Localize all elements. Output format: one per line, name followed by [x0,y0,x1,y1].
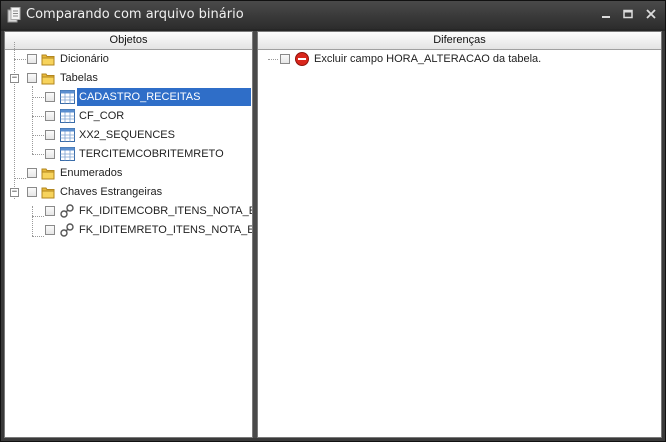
difference-item[interactable]: Excluir campo HORA_ALTERACAO da tabela. [258,50,661,68]
maximize-icon [623,9,633,19]
tree-item-fk-iditemcobr[interactable]: FK_IDITEMCOBR_ITENS_NOTA_ENT [5,202,252,220]
checkbox[interactable] [27,73,37,83]
checkbox[interactable] [45,130,55,140]
foreign-key-icon [60,223,74,237]
tree-item-label: Dicionário [60,53,109,65]
title-bar[interactable]: Comparando com arquivo binário [1,1,665,29]
window-title: Comparando com arquivo binário [26,7,244,22]
tree-item-label: Enumerados [60,167,123,179]
checkbox[interactable] [45,149,55,159]
tree-item-label: Chaves Estrangeiras [60,186,163,198]
minimize-button[interactable] [597,6,615,24]
table-icon [60,147,75,161]
dialog-window: Comparando com arquivo binário Objetos D… [0,0,666,442]
tree-item-cf-cor[interactable]: CF_COR [5,107,252,125]
checkbox[interactable] [45,225,55,235]
tree-item-label: CF_COR [79,110,125,122]
close-button[interactable] [642,6,660,24]
tree-item-tabelas[interactable]: − Tabelas [5,69,252,87]
folder-icon [41,168,55,180]
checkbox[interactable] [45,92,55,102]
folder-icon [41,187,55,199]
checkbox[interactable] [27,187,37,197]
tree-item-enumerados[interactable]: Enumerados [5,164,252,182]
objects-header[interactable]: Objetos [5,32,252,50]
checkbox[interactable] [280,54,290,64]
close-icon [646,9,656,19]
objects-pane: Objetos Dicionário − Tabelas CADASTRO_RE… [4,31,253,438]
folder-icon [41,73,55,85]
tree-item-label: FK_IDITEMRETO_ITENS_NOTA_ENT [79,224,252,236]
tree-item-label: TERCITEMCOBRITEMRETO [79,148,224,160]
table-icon [60,90,75,104]
collapse-toggle[interactable]: − [10,188,19,197]
table-icon [60,128,75,142]
tree-item-label: Tabelas [60,72,98,84]
document-icon [7,7,21,23]
tree-item-fk-iditemreto[interactable]: FK_IDITEMRETO_ITENS_NOTA_ENT [5,221,252,239]
tree-item-chaves-estrangeiras[interactable]: − Chaves Estrangeiras [5,183,252,201]
tree-item-tercitemcobritemreto[interactable]: TERCITEMCOBRITEMRETO [5,145,252,163]
checkbox[interactable] [45,206,55,216]
tree-item-label: CADASTRO_RECEITAS [77,88,251,106]
tree-item-label: XX2_SEQUENCES [79,129,175,141]
tree-item-label: FK_IDITEMCOBR_ITENS_NOTA_ENT [79,205,252,217]
differences-header[interactable]: Diferenças [258,32,661,50]
table-icon [60,109,75,123]
checkbox[interactable] [45,111,55,121]
maximize-button[interactable] [619,6,637,24]
tree-item-xx2-sequences[interactable]: XX2_SEQUENCES [5,126,252,144]
tree-item-dicionario[interactable]: Dicionário [5,50,252,68]
differences-pane: Diferenças Excluir campo HORA_ALTERACAO … [257,31,662,438]
delete-icon [295,52,309,66]
dialog-content: Objetos Dicionário − Tabelas CADASTRO_RE… [4,31,662,438]
tree-item-cadastro-receitas[interactable]: CADASTRO_RECEITAS [5,88,252,106]
minimize-icon [602,16,610,18]
collapse-toggle[interactable]: − [10,74,19,83]
difference-item-label: Excluir campo HORA_ALTERACAO da tabela. [314,53,542,65]
checkbox[interactable] [27,168,37,178]
foreign-key-icon [60,204,74,218]
folder-icon [41,54,55,66]
checkbox[interactable] [27,54,37,64]
